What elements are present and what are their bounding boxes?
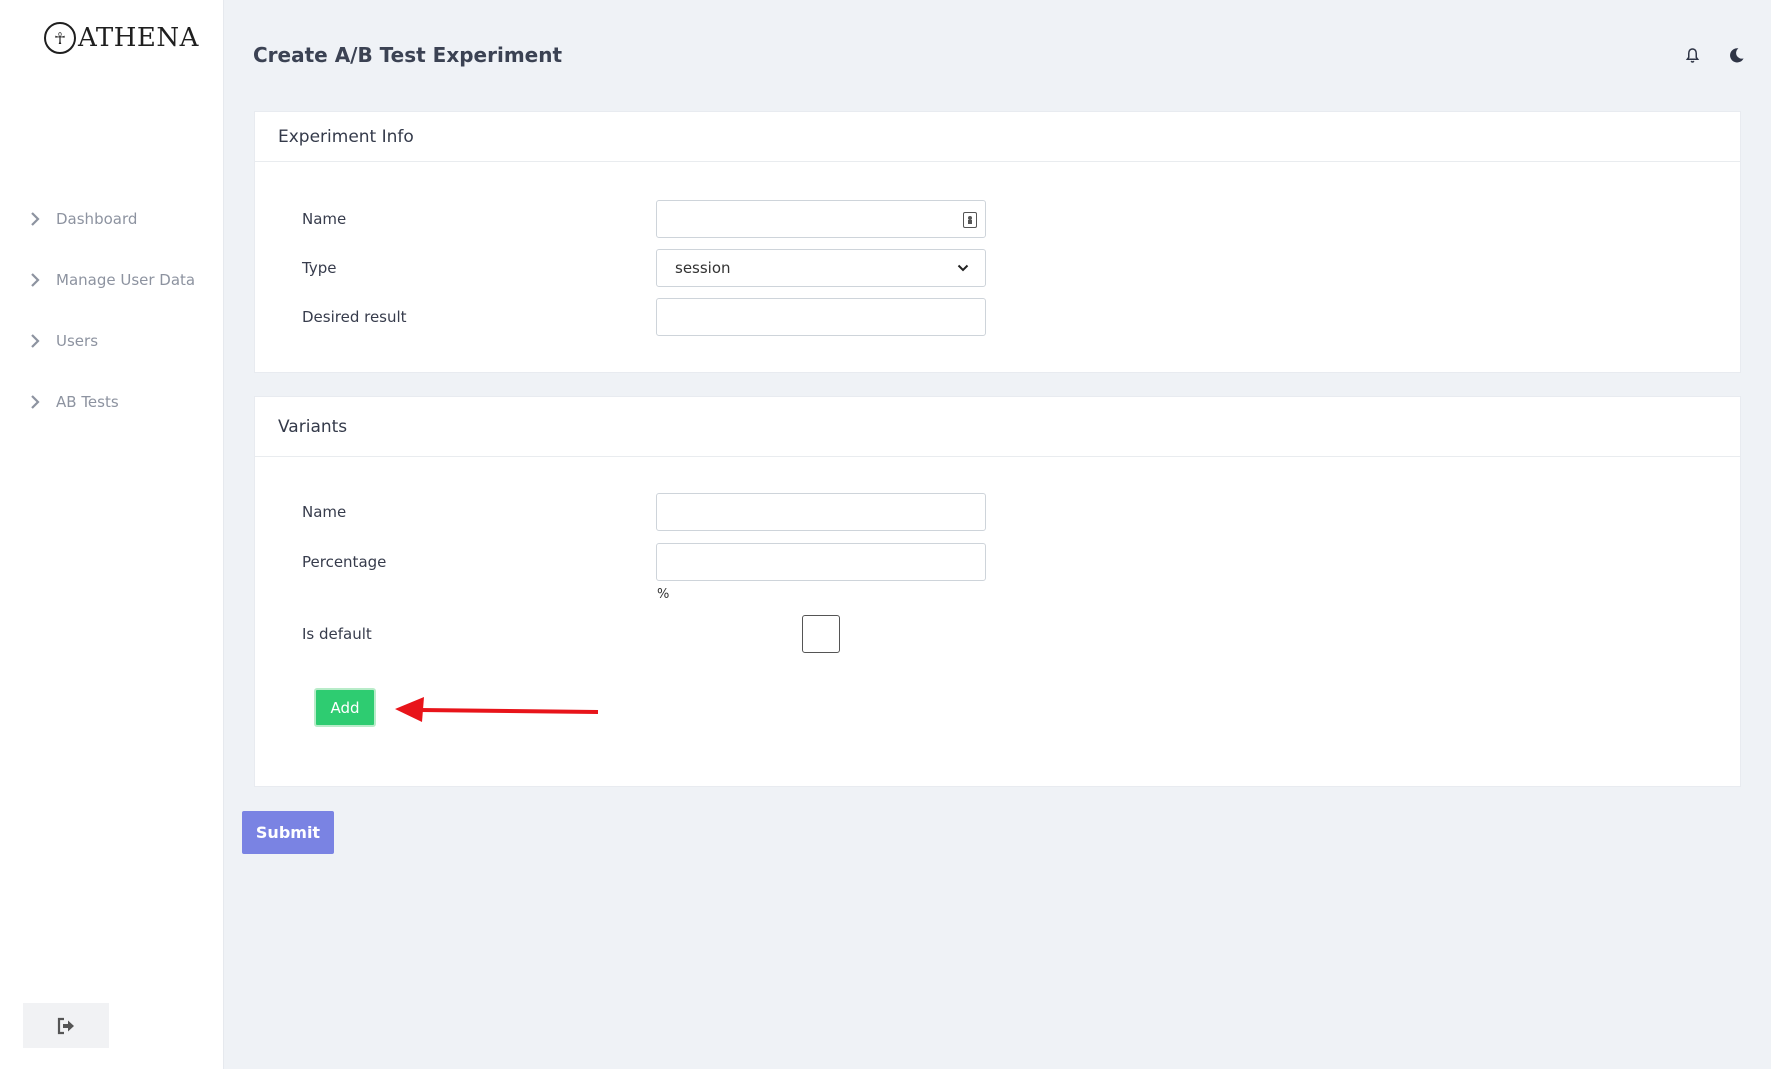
desired-result-row: Desired result — [302, 298, 986, 336]
chevron-right-icon — [26, 210, 44, 228]
sidebar-item-label: AB Tests — [56, 392, 119, 411]
variant-percentage-input[interactable] — [657, 544, 985, 580]
chevron-right-icon — [26, 271, 44, 289]
add-variant-button[interactable]: Add — [314, 688, 376, 727]
annotation-arrow-icon — [395, 697, 599, 722]
athena-logo-icon: ☥ — [44, 22, 76, 54]
experiment-type-row: Type session — [302, 249, 986, 287]
logout-button[interactable] — [23, 1003, 109, 1048]
variant-name-label: Name — [302, 503, 347, 521]
sidebar-nav: Dashboard Manage User Data Users AB Test… — [0, 188, 224, 432]
experiment-type-value: session — [675, 259, 731, 277]
sidebar-item-ab-tests[interactable]: AB Tests — [0, 371, 224, 432]
desired-result-input[interactable] — [657, 299, 985, 335]
experiment-name-input[interactable] — [657, 201, 985, 237]
sidebar-item-label: Dashboard — [56, 209, 138, 228]
logo-text: ATHENA — [78, 23, 199, 53]
sidebar-item-dashboard[interactable]: Dashboard — [0, 188, 224, 249]
chevron-down-icon — [957, 264, 969, 272]
variant-is-default-label: Is default — [302, 625, 372, 643]
moon-icon[interactable] — [1727, 46, 1745, 64]
header-icons — [1683, 46, 1745, 64]
variant-name-row: Name — [302, 493, 986, 531]
variant-is-default-row: Is default — [302, 615, 840, 653]
experiment-info-heading: Experiment Info — [255, 112, 1740, 162]
logo[interactable]: ☥ ATHENA — [44, 22, 199, 54]
experiment-name-label: Name — [302, 210, 347, 228]
contact-card-icon[interactable] — [963, 212, 977, 228]
variant-percentage-row: Percentage — [302, 543, 986, 581]
experiment-type-label: Type — [302, 259, 337, 277]
desired-result-field[interactable] — [656, 298, 986, 336]
variant-percentage-label: Percentage — [302, 553, 387, 571]
experiment-type-select[interactable]: session — [656, 249, 986, 287]
desired-result-label: Desired result — [302, 308, 407, 326]
is-default-checkbox[interactable] — [802, 615, 840, 653]
chevron-right-icon — [26, 332, 44, 350]
logout-icon — [57, 1017, 74, 1034]
bell-icon[interactable] — [1683, 46, 1701, 64]
submit-button[interactable]: Submit — [242, 811, 334, 854]
experiment-name-row: Name — [302, 200, 986, 238]
sidebar-item-label: Manage User Data — [56, 270, 196, 289]
chevron-right-icon — [26, 393, 44, 411]
experiment-info-card: Experiment Info Name Type session Desire… — [254, 111, 1741, 373]
page-title: Create A/B Test Experiment — [253, 43, 563, 67]
percent-symbol: % — [657, 587, 670, 602]
experiment-name-field[interactable] — [656, 200, 986, 238]
sidebar-item-manage-user-data[interactable]: Manage User Data — [0, 249, 224, 310]
variant-name-input[interactable] — [657, 494, 985, 530]
variants-card: Variants Name Percentage % Is default Ad… — [254, 396, 1741, 787]
sidebar-item-users[interactable]: Users — [0, 310, 224, 371]
variant-name-field[interactable] — [656, 493, 986, 531]
variant-percentage-field[interactable] — [656, 543, 986, 581]
variants-heading: Variants — [255, 397, 1740, 457]
sidebar-item-label: Users — [56, 331, 99, 350]
sidebar: ☥ ATHENA Dashboard Manage User Data User… — [0, 0, 224, 1069]
